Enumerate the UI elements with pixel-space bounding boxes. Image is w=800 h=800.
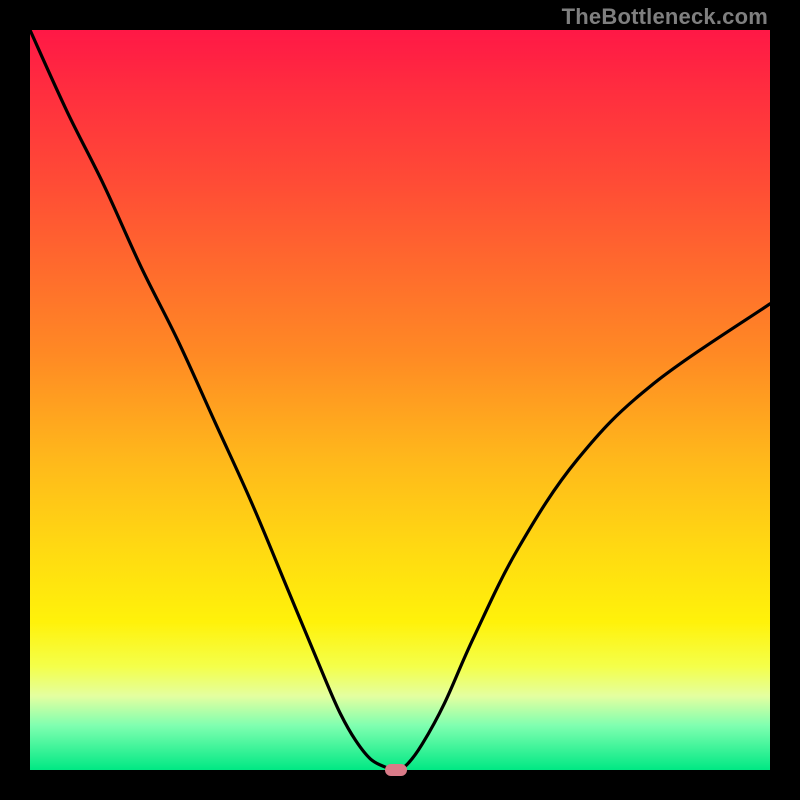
watermark-text: TheBottleneck.com (562, 4, 768, 30)
chart-frame: TheBottleneck.com (0, 0, 800, 800)
bottleneck-curve (30, 30, 770, 770)
plot-area (30, 30, 770, 770)
bottleneck-marker (385, 764, 407, 776)
